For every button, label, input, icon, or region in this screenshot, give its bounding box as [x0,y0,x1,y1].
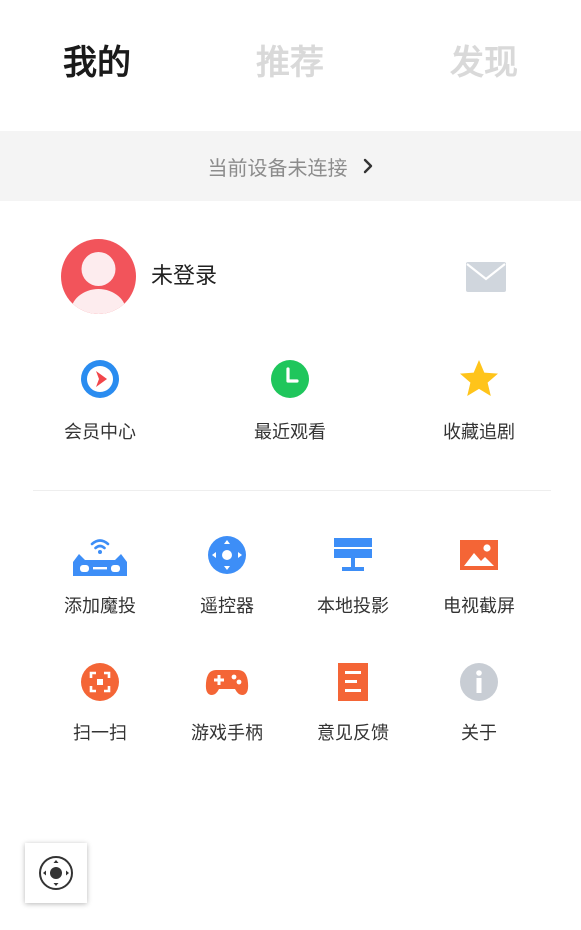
about-button[interactable]: 关于 [419,659,539,747]
gamepad-button[interactable]: 游戏手柄 [167,659,287,747]
assistive-touch-icon [39,856,73,890]
user-avatar-icon [70,252,127,314]
remote-dpad-icon [208,536,246,574]
favorites-label: 收藏追剧 [443,422,515,443]
login-status[interactable]: 未登录 [151,261,217,293]
vip-center-label: 会员中心 [64,422,136,443]
scan-icon [81,663,119,701]
add-cast-device-label: 添加魔投 [64,596,136,617]
image-icon [460,540,498,570]
add-cast-device-button[interactable]: 添加魔投 [40,532,160,620]
favorites-button[interactable]: 收藏追剧 [399,358,559,446]
clock-icon [271,360,309,398]
chevron-right-icon [363,158,372,174]
monitor-icon [334,538,372,571]
feedback-button[interactable]: 意见反馈 [293,659,413,747]
feedback-doc-icon [338,663,368,701]
vip-center-button[interactable]: 会员中心 [20,358,180,446]
about-label: 关于 [461,723,497,744]
scan-label: 扫一扫 [73,723,127,744]
tv-screenshot-button[interactable]: 电视截屏 [419,532,539,620]
top-tab-bar: 我的 推荐 发现 [0,0,581,130]
recently-watched-button[interactable]: 最近观看 [210,358,370,446]
mail-icon[interactable] [466,262,506,292]
gamepad-label: 游戏手柄 [191,723,263,744]
tv-screenshot-label: 电视截屏 [443,596,515,617]
recently-watched-label: 最近观看 [254,422,326,443]
vip-play-icon [81,360,119,398]
remote-control-label: 遥控器 [200,596,254,617]
tab-recommend[interactable]: 推荐 [200,40,380,86]
local-projection-label: 本地投影 [317,596,389,617]
local-projection-button[interactable]: 本地投影 [293,532,413,620]
scan-button[interactable]: 扫一扫 [40,659,160,747]
tab-discover[interactable]: 发现 [394,40,574,86]
remote-control-button[interactable]: 遥控器 [167,532,287,620]
device-status-text: 当前设备未连接 [207,155,348,180]
section-divider [33,490,551,491]
star-icon [460,360,498,396]
floating-assistive-button[interactable] [25,843,87,903]
info-icon [460,663,498,701]
tab-mine[interactable]: 我的 [7,40,187,86]
gamepad-icon [205,670,249,695]
cast-device-icon [73,539,127,576]
avatar[interactable] [61,239,136,314]
feedback-label: 意见反馈 [317,723,389,744]
device-connection-bar[interactable]: 当前设备未连接 [0,131,581,201]
